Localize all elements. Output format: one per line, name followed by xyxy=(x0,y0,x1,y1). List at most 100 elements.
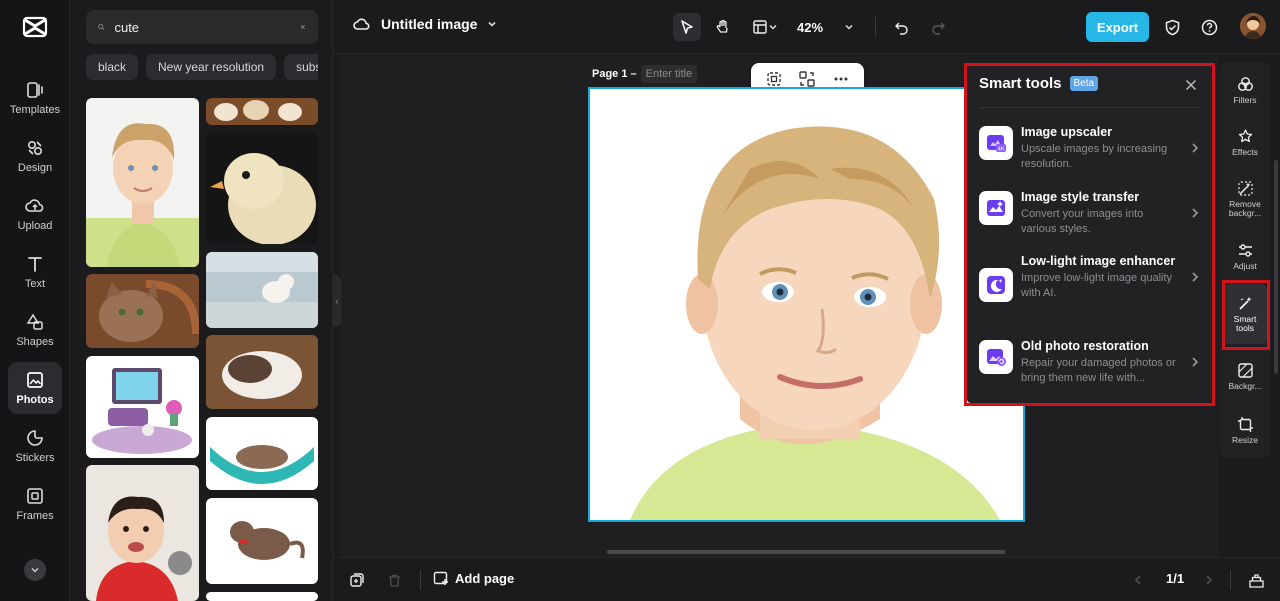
tool-name: Old photo restoration xyxy=(1021,339,1149,353)
nav-design[interactable]: Design xyxy=(8,130,62,182)
rail-remove-background[interactable]: Remove backgr... xyxy=(1219,172,1271,226)
baby-photo xyxy=(96,496,192,601)
select-tool-button[interactable] xyxy=(673,13,701,41)
tool-name: Image upscaler xyxy=(1021,125,1113,139)
chevron-down-icon xyxy=(488,21,497,27)
nav-frames[interactable]: Frames xyxy=(8,478,62,530)
hand-tool-button[interactable] xyxy=(709,13,737,41)
document-title[interactable]: Untitled image xyxy=(381,16,477,32)
photo-thumbnail-kitten-white[interactable] xyxy=(206,498,318,584)
redo-button[interactable] xyxy=(924,13,952,41)
user-avatar[interactable] xyxy=(1240,13,1266,39)
nav-shapes[interactable]: Shapes xyxy=(8,304,62,356)
tool-image-style-transfer[interactable]: Image style transfer Convert your images… xyxy=(979,188,1201,237)
zoom-level[interactable]: 42% xyxy=(793,20,827,35)
adjust-sliders-icon xyxy=(1238,243,1252,257)
photo-thumbnail-partial[interactable] xyxy=(206,592,318,601)
replace-image-icon[interactable] xyxy=(798,70,816,88)
close-button[interactable] xyxy=(1182,76,1200,94)
photos-panel: black New year resolution subs xyxy=(71,0,333,601)
suggestion-chips: black New year resolution subs xyxy=(86,54,318,80)
chevron-right-icon xyxy=(1189,188,1201,237)
add-page-button[interactable]: Add page xyxy=(433,570,514,586)
templates-icon xyxy=(27,82,43,98)
panel-collapse-handle[interactable]: ‹ xyxy=(333,275,341,327)
smart-tools-title: Smart tools xyxy=(979,75,1062,92)
photo-thumbnail-sleeping-kitten[interactable] xyxy=(206,335,318,409)
chevron-right-icon xyxy=(1189,252,1201,302)
divider xyxy=(875,17,877,37)
delete-page-button[interactable] xyxy=(384,570,404,590)
nav-text[interactable]: Text xyxy=(8,246,62,298)
cartoon-room-illustration xyxy=(92,368,192,454)
photo-thumbnail-kitten-hammock[interactable] xyxy=(206,417,318,490)
artboard-page[interactable] xyxy=(588,87,1025,522)
rail-label: Filters xyxy=(1233,95,1257,105)
tool-low-light-enhancer[interactable]: Low-light image enhancer Improve low-lig… xyxy=(979,252,1201,302)
photo-thumbnail-eggs[interactable] xyxy=(206,98,318,125)
rail-filters[interactable]: Filters xyxy=(1219,66,1271,114)
rail-background[interactable]: Backgr... xyxy=(1219,352,1271,400)
duplicate-page-button[interactable] xyxy=(347,570,367,590)
eggs-photo xyxy=(214,100,302,121)
export-button[interactable]: Export xyxy=(1086,12,1149,42)
photo-thumbnail-dog-beach[interactable] xyxy=(206,252,318,328)
kitten-hammock-photo xyxy=(210,445,314,484)
nav-photos[interactable]: Photos xyxy=(8,362,62,414)
undo-button[interactable] xyxy=(888,13,916,41)
chip[interactable]: subs xyxy=(284,54,318,80)
capcut-logo-icon[interactable] xyxy=(22,14,48,40)
next-page-button[interactable] xyxy=(1199,570,1219,590)
layers-icon xyxy=(1248,573,1264,588)
layout-menu-button[interactable] xyxy=(745,13,785,41)
help-button[interactable] xyxy=(1195,13,1223,41)
nav-templates[interactable]: Templates xyxy=(8,72,62,124)
nav-more-button[interactable] xyxy=(24,559,46,581)
clear-search-icon[interactable] xyxy=(300,21,306,33)
background-icon xyxy=(1237,362,1253,378)
zoom-menu-button[interactable] xyxy=(835,13,863,41)
tool-old-photo-restoration[interactable]: Old photo restoration Repair your damage… xyxy=(979,337,1201,386)
sleeping-kitten-photo xyxy=(222,351,302,399)
redo-icon xyxy=(932,22,946,35)
search-box[interactable] xyxy=(86,10,318,44)
previous-page-button[interactable] xyxy=(1128,570,1148,590)
rail-effects[interactable]: Effects xyxy=(1219,118,1271,166)
bottom-bar: Add page 1/1 xyxy=(333,557,1280,601)
photo-thumbnail-boy[interactable] xyxy=(86,98,199,267)
tool-image-upscaler[interactable]: 4K Image upscaler Upscale images by incr… xyxy=(979,123,1201,172)
photo-thumbnail-chick[interactable] xyxy=(206,133,318,244)
smart-tools-panel: Smart tools Beta 4K Image upscaler Upsca… xyxy=(967,65,1213,403)
tool-name: Image style transfer xyxy=(1021,190,1140,204)
trash-icon xyxy=(388,574,400,587)
rail-label: Effects xyxy=(1232,147,1258,157)
canvas-boy-image[interactable] xyxy=(590,89,1023,520)
chick-photo xyxy=(210,153,316,244)
rail-resize[interactable]: Resize xyxy=(1219,406,1271,454)
photo-thumbnail-baby[interactable] xyxy=(86,465,199,601)
nav-label: Upload xyxy=(17,220,53,232)
chip[interactable]: New year resolution xyxy=(146,54,277,80)
app: Templates Design Upload Text Shapes Phot… xyxy=(0,0,1280,601)
page-title-input[interactable]: Enter title xyxy=(640,65,698,83)
shield-button[interactable] xyxy=(1158,13,1186,41)
page-panel-button[interactable] xyxy=(1246,570,1266,590)
document-title-group[interactable]: Untitled image xyxy=(353,16,497,32)
photo-restore-icon xyxy=(979,340,1013,374)
remove-background-icon xyxy=(1237,181,1253,196)
more-options-icon[interactable] xyxy=(832,70,850,88)
page-label: Page 1 – xyxy=(592,68,637,80)
rail-label: Adjust xyxy=(1233,261,1257,271)
rail-adjust[interactable]: Adjust xyxy=(1219,232,1271,280)
search-input[interactable] xyxy=(114,19,291,35)
photo-thumbnail-cartoon-room[interactable] xyxy=(86,356,199,458)
nav-stickers[interactable]: Stickers xyxy=(8,420,62,472)
rail-smart-tools[interactable]: Smart tools xyxy=(1223,284,1267,344)
nav-upload[interactable]: Upload xyxy=(8,188,62,240)
photo-thumbnail-kitten-basket[interactable] xyxy=(86,274,199,348)
horizontal-scrollbar[interactable] xyxy=(607,550,1005,554)
duplicate-icon xyxy=(350,573,364,587)
chip[interactable]: black xyxy=(86,54,139,80)
crop-select-icon[interactable] xyxy=(765,70,783,88)
vertical-scrollbar[interactable] xyxy=(1274,160,1278,374)
